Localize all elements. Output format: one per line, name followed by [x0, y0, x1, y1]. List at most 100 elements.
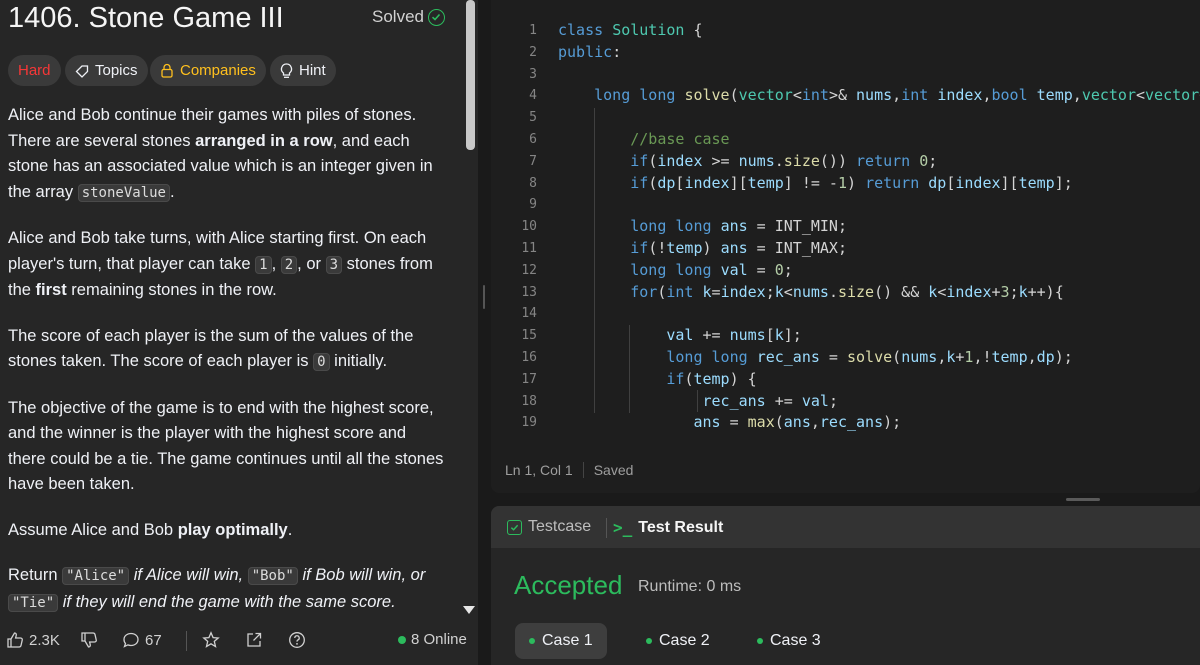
inline-code: "Tie"	[8, 593, 59, 612]
online-dot-icon	[398, 635, 406, 644]
inline-code: 2	[280, 255, 298, 274]
line-number: 18	[521, 393, 537, 409]
cursor-position: Ln 1, Col 1	[505, 462, 573, 478]
verdict-status: Accepted	[514, 570, 623, 600]
terminal-icon: >_	[613, 518, 633, 537]
inline-code: "Bob"	[247, 567, 298, 585]
code-line: long long val = 0;	[630, 260, 793, 279]
result-panel: Testcase >_ Test Result Accepted Runtime…	[491, 506, 1200, 665]
tab-test-result[interactable]: >_ Test Result	[613, 518, 723, 537]
description-paragraph: The objective of the game is to end with…	[8, 398, 444, 494]
inline-code: "Alice"	[62, 567, 130, 585]
tag-icon	[75, 64, 89, 78]
star-icon	[202, 631, 220, 648]
favorite-button[interactable]	[202, 631, 220, 649]
runtime-label: Runtime: 0 ms	[638, 578, 742, 595]
problem-panel: 1406. Stone Game III Solved Hard Topics …	[0, 0, 478, 665]
line-number: 13	[521, 284, 537, 300]
code-line: if(!temp) ans = INT_MAX;	[630, 238, 847, 257]
case-label: Case 3	[770, 632, 821, 649]
problem-description: Alice and Bob continue their games with …	[8, 103, 448, 636]
save-status: Saved	[593, 462, 634, 478]
case-label: Case 2	[659, 632, 710, 649]
line-number: 8	[529, 175, 537, 191]
code-content[interactable]: class Solution { public: long long solve…	[558, 20, 1200, 434]
code-line: public:	[558, 42, 622, 61]
line-number: 3	[529, 66, 537, 82]
code-line: if(dp[index][temp] != -1) return dp[inde…	[630, 173, 1073, 192]
inline-code: 3	[325, 255, 343, 274]
panel-resize-handle[interactable]	[478, 0, 491, 665]
difficulty-label: Hard	[18, 62, 51, 79]
indent-guide	[594, 108, 595, 413]
line-number: 14	[521, 306, 537, 322]
description-paragraph: Alice and Bob take turns, with Alice sta…	[8, 229, 433, 299]
editor-status-bar: Ln 1, Col 1 Saved	[505, 462, 633, 478]
online-count: 8 Online	[411, 631, 467, 648]
footer-divider	[186, 631, 187, 651]
code-line: val += nums[k];	[666, 326, 802, 345]
question-circle-icon	[289, 632, 305, 648]
description-paragraph: The score of each player is the sum of t…	[8, 326, 414, 371]
solved-label: Solved	[372, 7, 424, 26]
line-number: 19	[521, 415, 537, 431]
line-number: 11	[521, 240, 537, 256]
line-number: 12	[521, 262, 537, 278]
description-paragraph: Alice and Bob continue their games with …	[8, 106, 433, 202]
line-number: 17	[521, 371, 537, 387]
result-tabs: Testcase >_ Test Result	[491, 506, 1200, 548]
description-scrollbar[interactable]	[466, 0, 475, 150]
case-label: Case 1	[542, 632, 593, 649]
tab-testcase-label: Testcase	[528, 518, 592, 535]
share-button[interactable]	[245, 631, 263, 649]
line-number: 7	[529, 153, 537, 169]
code-editor[interactable]: 1 2 3 4 5 6 7 8 9 10 11 12 13 14 15 16 17 18 19 class Solu…	[491, 0, 1200, 493]
code-line: if(index >= nums.size()) return 0;	[630, 151, 938, 170]
line-number: 9	[529, 197, 537, 213]
comment-icon	[123, 632, 139, 648]
comments-button[interactable]: 67	[122, 631, 162, 649]
hint-label: Hint	[299, 62, 326, 79]
inline-code: 0	[313, 353, 330, 371]
solved-status: Solved	[372, 7, 445, 27]
like-button[interactable]: 2.3K	[6, 631, 60, 649]
topics-label: Topics	[95, 62, 138, 79]
code-line: class Solution {	[558, 21, 703, 39]
case-tab-1[interactable]: Case 1	[515, 623, 607, 659]
line-number: 5	[529, 110, 537, 126]
case-tab-2[interactable]: Case 2	[632, 623, 724, 659]
help-button[interactable]	[288, 631, 306, 649]
lock-icon	[161, 63, 173, 78]
hint-button[interactable]: Hint	[270, 55, 336, 86]
line-number: 2	[529, 44, 537, 60]
scroll-down-arrow-icon[interactable]	[463, 606, 475, 614]
code-line: if(temp) {	[666, 369, 757, 388]
case-tab-3[interactable]: Case 3	[743, 623, 835, 659]
line-number: 15	[521, 328, 537, 344]
tab-testcase[interactable]: Testcase	[507, 518, 591, 536]
problem-title: 1406. Stone Game III	[8, 2, 284, 34]
inline-code: stoneValue	[77, 183, 170, 202]
editor-resize-handle[interactable]	[1066, 498, 1100, 501]
difficulty-badge: Hard	[8, 55, 61, 86]
pass-dot-icon	[757, 638, 763, 644]
pass-dot-icon	[529, 638, 535, 644]
dislike-button[interactable]	[80, 631, 98, 649]
thumbs-down-icon	[81, 632, 97, 648]
code-line: for(int k=index;k<nums.size() && k<index…	[630, 282, 1064, 301]
topics-button[interactable]: Topics	[65, 55, 148, 86]
line-numbers: 1 2 3 4 5 6 7 8 9 10 11 12 13 14 15 16 17 18 19	[491, 20, 545, 434]
line-number: 16	[521, 349, 537, 365]
companies-button[interactable]: Companies	[150, 55, 266, 86]
indent-guide	[697, 390, 698, 412]
line-number: 4	[529, 88, 537, 104]
like-count: 2.3K	[29, 631, 60, 649]
thumbs-up-icon	[7, 632, 23, 648]
tab-test-result-label: Test Result	[638, 518, 724, 536]
line-number: 10	[521, 219, 537, 235]
code-line: long long rec_ans = solve(nums,k+1,!temp…	[666, 347, 1073, 366]
